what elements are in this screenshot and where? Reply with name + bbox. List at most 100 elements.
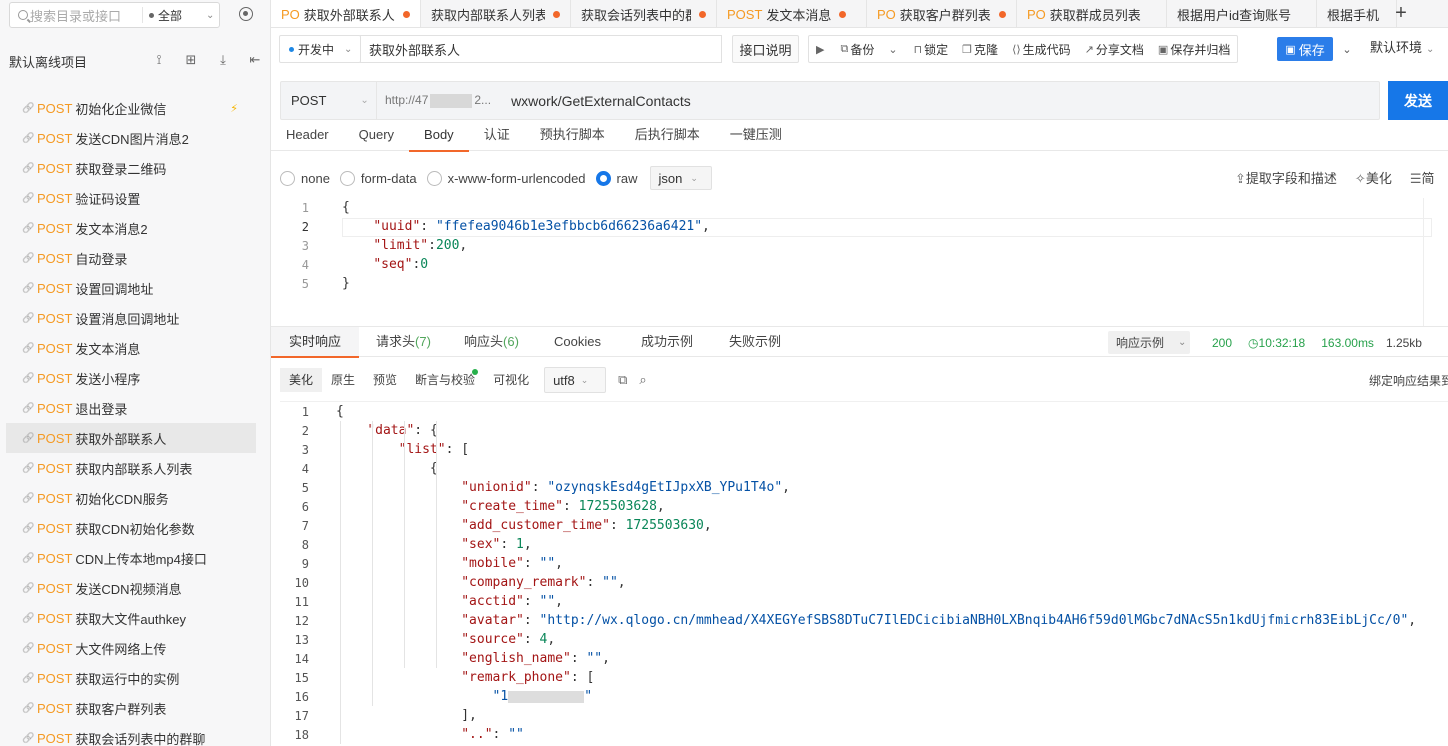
new-folder-icon[interactable]: ⊞ (175, 52, 207, 68)
tab-item[interactable]: POST 发文本消息 (717, 0, 867, 27)
lock-action[interactable]: ⊓ 锁定 (907, 36, 956, 62)
request-tab[interactable]: 后执行脚本 (620, 124, 715, 151)
body-type-radio[interactable]: raw (595, 170, 638, 186)
response-view-tab[interactable]: 原生 (322, 368, 364, 392)
backup-action[interactable]: ⧉ 备份 (833, 36, 881, 62)
tab-item[interactable]: PO 获取外部联系人 (271, 0, 421, 27)
tab-item[interactable]: 获取内部联系人列表 (421, 0, 571, 27)
body-tool-button[interactable]: ✧美化 (1355, 168, 1392, 187)
code-string: " (584, 689, 593, 704)
share-action[interactable]: ↗ 分享文档 (1078, 36, 1151, 62)
response-tab[interactable]: 成功示例 (623, 327, 711, 357)
tab-item[interactable]: PO 获取客户群列表 (867, 0, 1017, 27)
sidebar-item[interactable]: 🔗 POST 发送小程序 (6, 363, 256, 393)
api-name-input[interactable]: 获取外部联系人 (360, 35, 722, 63)
sidebar-item[interactable]: 🔗 POST 发送CDN视频消息 (6, 573, 256, 603)
body-type-radio[interactable]: x-www-form-urlencoded (426, 170, 586, 186)
body-tool-button[interactable]: ☰简 (1410, 168, 1435, 187)
request-tab[interactable]: Query (344, 124, 409, 151)
response-tab[interactable]: 实时响应 (271, 327, 360, 358)
link-icon: 🔗 (22, 342, 35, 354)
body-type-radio[interactable]: form-data (339, 170, 417, 186)
clone-action[interactable]: ❐ 克隆 (955, 36, 1005, 62)
request-tab[interactable]: 认证 (469, 124, 525, 151)
locate-target-icon[interactable] (239, 7, 253, 21)
archive-action[interactable]: ▣ 保存并归档 (1151, 36, 1237, 62)
request-tab[interactable]: 预执行脚本 (525, 124, 620, 151)
search-icon[interactable]: ⌕ (639, 372, 646, 388)
sidebar-item[interactable]: 🔗 POST 获取运行中的实例 (6, 663, 256, 693)
editor-scrollbar[interactable] (1423, 198, 1424, 326)
sidebar-item[interactable]: 🔗 POST 设置回调地址 (6, 273, 256, 303)
http-method-badge: POST (37, 370, 73, 386)
request-body-editor[interactable]: 1{2 "uuid": "ffefea9046b1e3efbbcb6d66236… (280, 198, 1448, 326)
tab-item[interactable]: 根据手机 (1317, 0, 1397, 27)
save-button[interactable]: ▣ 保存 (1277, 37, 1333, 61)
sidebar-item[interactable]: 🔗 POST 获取大文件authkey (6, 603, 256, 633)
code-text: "sex": 1, (461, 537, 532, 552)
sidebar-item[interactable]: 🔗 POST CDN上传本地mp4接口 (6, 543, 256, 573)
body-tool-button[interactable]: ⇪提取字段和描述 (1235, 168, 1337, 187)
api-doc-button[interactable]: 接口说明 (732, 35, 799, 63)
tab-item[interactable]: PO 获取群成员列表 (1017, 0, 1167, 27)
sidebar-item[interactable]: 🔗 POST 大文件网络上传 (6, 633, 256, 663)
request-tab[interactable]: Body (409, 124, 469, 152)
url-input[interactable]: http://47 2... wxwork/GetExternalContacts (377, 93, 691, 109)
sidebar-item[interactable]: 🔗 POST 验证码设置 (6, 183, 256, 213)
response-tab[interactable]: Cookies (536, 327, 619, 357)
copy-icon[interactable]: ⧉ (618, 372, 627, 388)
sidebar-item[interactable]: 🔗 POST 自动登录 (6, 243, 256, 273)
add-api-icon[interactable]: ⟟ (143, 52, 175, 68)
tab-item[interactable]: 获取会话列表中的群 (571, 0, 717, 27)
response-view-tab[interactable]: 可视化 (484, 368, 538, 392)
status-select[interactable]: 开发中 ⌄ (279, 35, 361, 63)
play-action[interactable]: ▶ (809, 36, 833, 62)
sidebar-item[interactable]: 🔗 POST 初始化企业微信 ⚡ (6, 93, 256, 123)
http-method-select[interactable]: POST ⌄ (281, 82, 377, 119)
sidebar-item[interactable]: 🔗 POST 获取登录二维码 (6, 153, 256, 183)
link-icon: 🔗 (22, 312, 35, 324)
environment-select[interactable]: 默认环境 ⌄ (1370, 37, 1434, 56)
response-view-tab[interactable]: 断言与校验 (406, 368, 484, 392)
sidebar-item[interactable]: 🔗 POST 退出登录 (6, 393, 256, 423)
directory-search-input[interactable]: 搜索目录或接口 全部 ⌄ (9, 2, 220, 28)
response-tab[interactable]: 请求头(7) (358, 327, 449, 357)
bind-response-link[interactable]: 绑定响应结果到 (1369, 372, 1448, 389)
import-icon[interactable]: ⤓ (207, 52, 239, 68)
request-tab[interactable]: 一键压测 (715, 124, 797, 151)
sidebar-item[interactable]: 🔗 POST 获取CDN初始化参数 (6, 513, 256, 543)
code-text: "remark_phone": [ (461, 670, 595, 685)
response-body-viewer[interactable]: 1{2 "data": {3 "list": [4 {5 "unionid": … (280, 401, 1448, 746)
chevron-down-action[interactable]: ⌄ (881, 36, 906, 62)
sidebar-item[interactable]: 🔗 POST 发文本消息2 (6, 213, 256, 243)
add-tab-icon[interactable]: + (1386, 0, 1416, 28)
code-text: "add_customer_time": 1725503630, (461, 518, 712, 533)
tab-label: 发文本消息 (766, 7, 832, 23)
tab-item[interactable]: 根据用户id查询账号 (1167, 0, 1317, 27)
encoding-select[interactable]: utf8 ⌄ (544, 367, 607, 393)
code-text: "source": 4, (461, 632, 556, 647)
assertion-dot-icon (472, 369, 479, 375)
request-tab[interactable]: Header (271, 124, 344, 151)
sidebar-item[interactable]: 🔗 POST 获取内部联系人列表 (6, 453, 256, 483)
indent-guide (436, 421, 437, 668)
sidebar-item[interactable]: 🔗 POST 获取外部联系人 (6, 423, 256, 453)
send-button[interactable]: 发送 (1388, 81, 1448, 120)
response-tab[interactable]: 失败示例 (711, 327, 799, 357)
sidebar-item[interactable]: 🔗 POST 初始化CDN服务 (6, 483, 256, 513)
response-example-select[interactable]: 响应示例 ⌄ (1108, 331, 1190, 354)
body-type-radio[interactable]: none (280, 170, 330, 186)
sidebar-item[interactable]: 🔗 POST 获取客户群列表 (6, 693, 256, 723)
code-action[interactable]: ⟨⟩ 生成代码 (1005, 36, 1078, 62)
response-view-tab[interactable]: 美化 (280, 368, 323, 392)
collapse-tree-icon[interactable]: ⇤ (239, 52, 271, 68)
scope-select[interactable]: 全部 ⌄ (149, 7, 214, 24)
save-more-icon[interactable]: ⌄ (1335, 37, 1359, 61)
response-view-tab[interactable]: 预览 (364, 368, 406, 392)
sidebar-item[interactable]: 🔗 POST 获取会话列表中的群聊 (6, 723, 256, 746)
sidebar-item[interactable]: 🔗 POST 发送CDN图片消息2 (6, 123, 256, 153)
response-tab[interactable]: 响应头(6) (446, 327, 537, 357)
sidebar-item[interactable]: 🔗 POST 发文本消息 (6, 333, 256, 363)
raw-format-select[interactable]: json ⌄ (649, 166, 712, 190)
sidebar-item[interactable]: 🔗 POST 设置消息回调地址 (6, 303, 256, 333)
